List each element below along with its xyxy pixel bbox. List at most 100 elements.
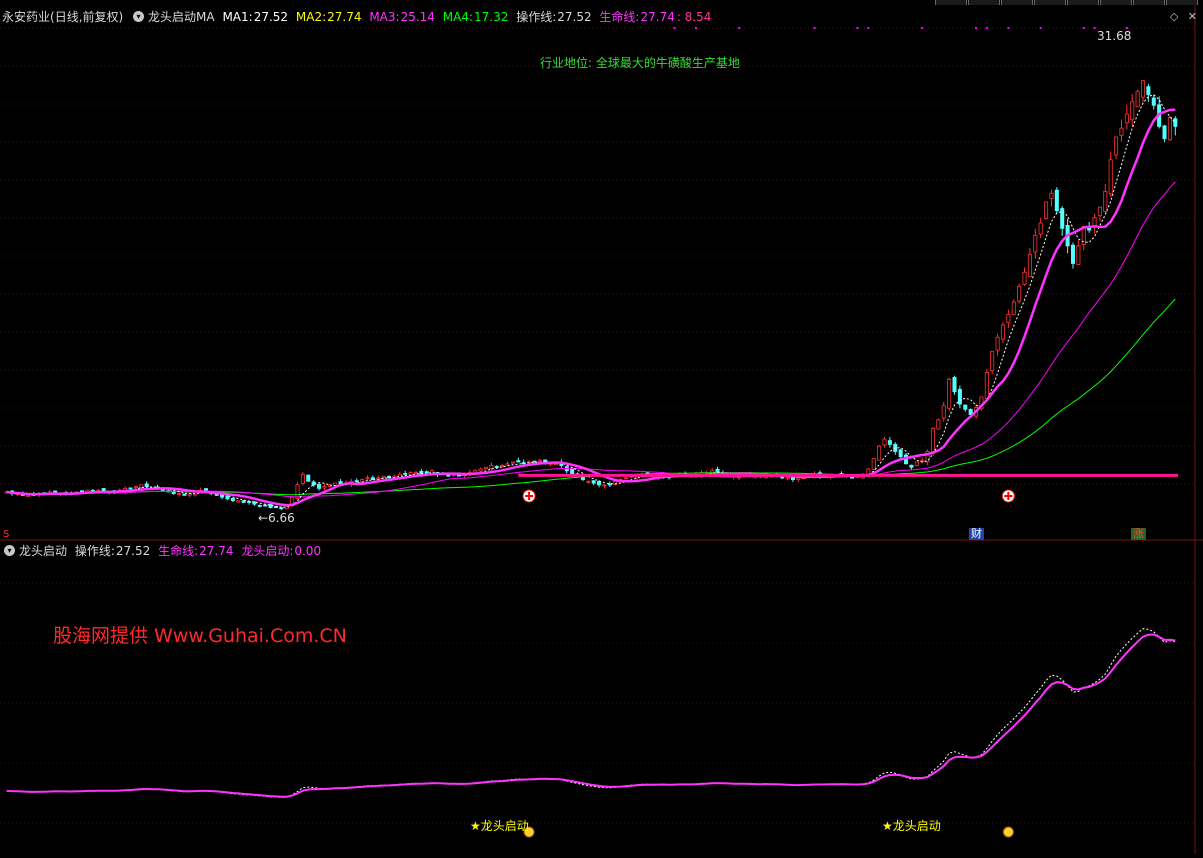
signal-dot <box>975 27 978 29</box>
candle-body <box>1044 201 1049 219</box>
markers-group <box>522 27 1128 838</box>
candle-body <box>1060 208 1065 229</box>
panel-corner-icons: ◇ ✕ <box>1170 10 1197 23</box>
indicator-name[interactable]: 龙头启动MA <box>148 10 215 24</box>
candle-body <box>1097 206 1102 216</box>
grid-group <box>0 0 1203 854</box>
signal-label-1: ★龙头启动 <box>470 819 529 833</box>
candle-body <box>898 449 903 458</box>
candle-body <box>1027 254 1032 278</box>
s-badge: S <box>3 529 10 540</box>
signal-dot <box>1082 27 1085 29</box>
candle-body <box>510 461 515 464</box>
candle-body <box>1173 118 1178 127</box>
ma2-label: MA2: <box>295 10 327 24</box>
bottom-life-line <box>6 633 1176 798</box>
candle-body <box>947 379 952 409</box>
candle-body <box>26 494 31 497</box>
op-label: 操作线: <box>516 10 557 24</box>
candle-body <box>241 500 246 503</box>
menu-button[interactable] <box>1133 0 1165 5</box>
candle-body <box>1000 324 1005 340</box>
candle-body <box>317 484 322 489</box>
candle-body <box>995 336 1000 351</box>
life-value: 27.74 <box>640 10 675 24</box>
candle-body <box>171 491 176 495</box>
signal-dot <box>856 27 859 29</box>
signal-dot <box>738 27 741 29</box>
limit-up-badge-text: 涨 <box>1133 527 1144 540</box>
menu-button[interactable] <box>1001 0 1033 5</box>
candle-body <box>403 473 408 475</box>
signal-text-2: 龙头启动 <box>892 819 941 833</box>
signal-dot <box>1039 27 1042 29</box>
menu-button[interactable] <box>1034 0 1066 5</box>
menu-button[interactable] <box>935 0 967 5</box>
chart-stage: 永安药业(日线,前复权) ▾ 龙头启动MA MA1:27.52 MA2:27.74… <box>0 0 1203 854</box>
candle-body <box>882 438 887 446</box>
candle-body <box>1070 244 1076 264</box>
menu-button[interactable] <box>968 0 1000 5</box>
menu-button[interactable] <box>1100 0 1132 5</box>
candle-body <box>1140 80 1146 98</box>
candle-body <box>505 463 510 466</box>
stock-name: 永安药业 <box>2 10 51 24</box>
candle-body <box>1022 271 1027 285</box>
candle-body <box>478 468 483 472</box>
candle-body <box>1124 113 1129 124</box>
candle-body <box>365 477 370 480</box>
bottom-op-label: 操作线: <box>74 544 115 558</box>
bottom-panel-header: ▾ 龙头启动 操作线:27.52 生命线:27.74 龙头启动:0.00 <box>2 542 325 560</box>
limit-up-badge[interactable]: 涨 <box>1131 528 1146 540</box>
candle-body <box>446 474 451 477</box>
candle-body <box>516 460 521 463</box>
candle-body <box>1076 245 1081 265</box>
period-label: (日线,前复权) <box>50 10 124 24</box>
candle-body <box>591 480 596 484</box>
close-icon[interactable]: ✕ <box>1188 10 1197 23</box>
candle-body <box>225 495 230 500</box>
candle-body <box>1092 217 1097 227</box>
indicator-settings-icon[interactable]: ▾ <box>133 11 145 22</box>
top-menu-strip <box>0 0 1203 5</box>
candle-body <box>322 486 327 489</box>
diamond-icon[interactable]: ◇ <box>1170 10 1178 23</box>
candle-body <box>597 481 602 486</box>
signal-dot <box>985 27 988 29</box>
ma1-line <box>6 94 1176 508</box>
signal-dot <box>867 27 870 29</box>
candle-body <box>1146 86 1151 96</box>
ma-lines-group <box>6 94 1176 508</box>
signal-dot <box>921 27 924 29</box>
candle-body <box>1017 285 1022 302</box>
menu-button[interactable] <box>1166 0 1198 5</box>
bottom-panel-group <box>6 628 1176 798</box>
candle-body <box>623 477 629 480</box>
finance-badge[interactable]: 财 <box>969 528 984 540</box>
candle-body <box>871 458 876 470</box>
candle-body <box>413 472 418 474</box>
candle-body <box>963 404 968 410</box>
candle-body <box>1054 189 1059 212</box>
candle-body <box>247 501 252 503</box>
candle-body <box>1162 125 1167 140</box>
signal-dot <box>1093 27 1096 29</box>
candle-body <box>909 464 914 468</box>
bottom-op-line <box>6 628 1176 798</box>
bottom-indicator-name[interactable]: 龙头启动 <box>19 544 67 558</box>
low-price-arrow: ←6.66 <box>258 511 295 525</box>
candle-body <box>850 476 855 479</box>
candle-body <box>941 405 946 419</box>
candle-body <box>53 490 58 493</box>
bottom-op-value: 27.52 <box>115 544 151 558</box>
ma3-value: 25.14 <box>400 10 435 24</box>
candle-body <box>570 468 575 475</box>
candle-body <box>1135 90 1140 108</box>
candle-body <box>780 476 785 479</box>
candle-body <box>1011 301 1016 315</box>
signal-dot <box>695 27 698 29</box>
menu-button[interactable] <box>1067 0 1099 5</box>
candle-body <box>1130 101 1135 121</box>
bottom-indicator-settings-icon[interactable]: ▾ <box>4 545 15 556</box>
watermark: 股海网提供 Www.Guhai.Com.CN <box>53 625 347 647</box>
